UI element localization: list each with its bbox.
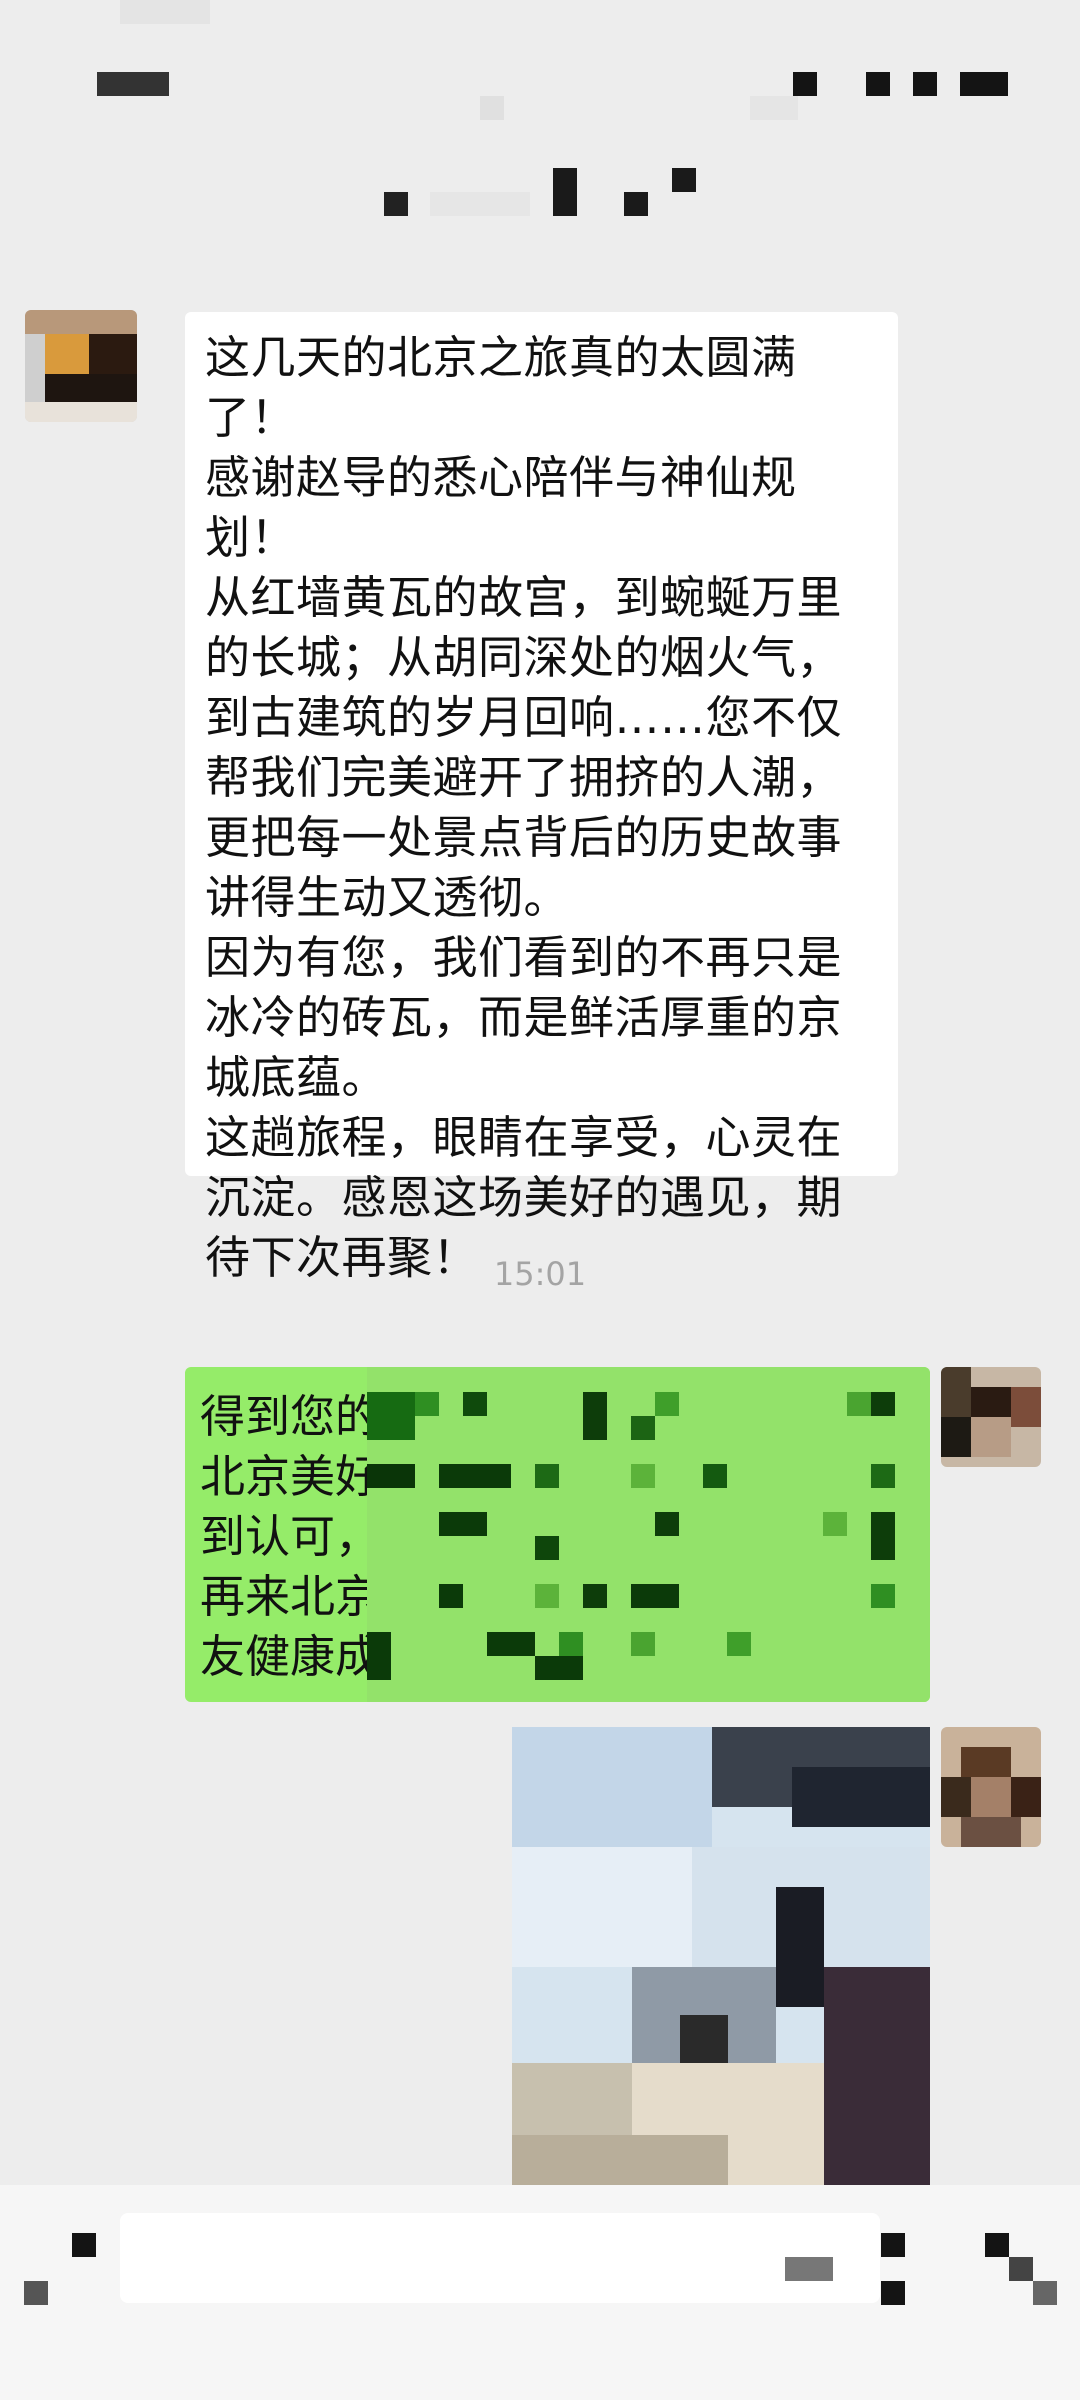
battery-icon [960, 72, 1008, 96]
plus-icon[interactable] [1009, 2257, 1033, 2281]
voice-icon[interactable] [72, 2233, 96, 2257]
message-input[interactable] [120, 2213, 880, 2303]
plus-icon[interactable] [881, 2281, 905, 2305]
censor-mosaic [367, 1367, 930, 1702]
contact-avatar[interactable] [25, 310, 137, 422]
status-icon [913, 72, 937, 96]
chat-title [672, 168, 696, 192]
chat-title [624, 192, 648, 216]
chat-header [0, 130, 1080, 280]
emoji-icon[interactable] [881, 2233, 905, 2257]
my-avatar[interactable] [941, 1727, 1041, 1847]
plus-icon[interactable] [985, 2233, 1009, 2257]
incoming-message-text: 这几天的北京之旅真的太圆满了！ 感谢赵导的悉心陪伴与神仙规划！ 从红墙黄瓦的故宫… [205, 331, 843, 1284]
status-icon [866, 72, 890, 96]
chat-title [553, 168, 577, 216]
status-bar [0, 0, 1080, 130]
image-message[interactable] [512, 1727, 930, 2185]
outgoing-message-bubble[interactable]: 得到您的 北京美好 到认可， 再来北京 友健康成 [185, 1367, 930, 1702]
status-icon [793, 72, 817, 96]
incoming-message-bubble[interactable]: 这几天的北京之旅真的太圆满了！ 感谢赵导的悉心陪伴与神仙规划！ 从红墙黄瓦的故宫… [185, 312, 898, 1284]
status-time [97, 72, 169, 96]
my-avatar[interactable] [941, 1367, 1041, 1467]
message-timestamp: 15:01 [493, 1255, 587, 1293]
plus-icon[interactable] [1033, 2281, 1057, 2305]
chat-title [384, 192, 408, 216]
voice-icon[interactable] [24, 2281, 48, 2305]
emoji-icon[interactable] [785, 2257, 833, 2281]
